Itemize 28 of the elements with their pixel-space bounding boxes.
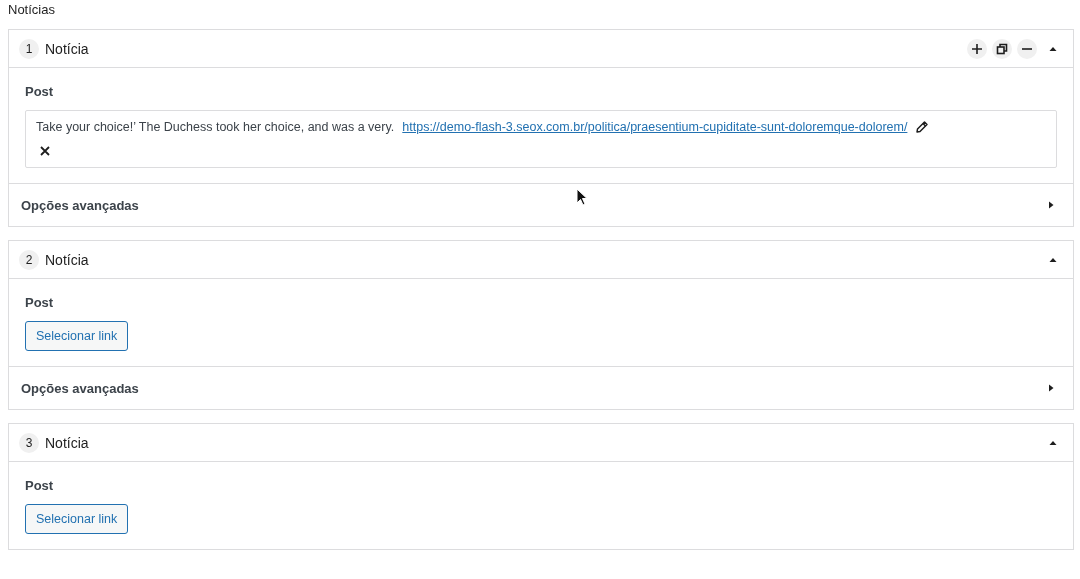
advanced-options-label: Opções avançadas [21, 197, 139, 213]
post-link[interactable]: https://demo-flash-3.seox.com.br/politica/praesentium-cupiditate-sunt-doloremque-dolorem/ [402, 120, 908, 134]
close-icon[interactable] [40, 146, 50, 156]
pencil-icon[interactable] [915, 120, 930, 134]
card-header[interactable]: 1 Notícia [9, 30, 1073, 68]
expand-icon[interactable] [1047, 384, 1055, 392]
field-label: Post [25, 295, 55, 310]
post-title: Take your choice!’ The Duchess took her choice, and was a very. [36, 120, 395, 134]
item-title: Notícia [45, 251, 89, 268]
duplicate-icon[interactable] [996, 42, 1008, 55]
mouse-pointer-icon [576, 188, 588, 206]
advanced-options-row[interactable]: Opções avançadas [9, 367, 1073, 409]
item-number: 1 [19, 38, 39, 59]
expand-icon[interactable] [1047, 201, 1055, 209]
item-number: 3 [19, 432, 39, 453]
advanced-options-row[interactable]: Opções avançadas [9, 184, 1073, 226]
add-icon[interactable] [971, 42, 983, 55]
field-label: Post [25, 478, 55, 493]
advanced-options-label: Opções avançadas [21, 380, 139, 396]
item-title: Notícia [45, 434, 89, 451]
card-header[interactable]: 2 Notícia [9, 241, 1073, 279]
select-link-button[interactable]: Selecionar link [25, 321, 129, 351]
section-title: Notícias [8, 2, 56, 19]
select-link-button[interactable]: Selecionar link [25, 504, 129, 534]
item-title: Notícia [45, 40, 89, 57]
card-header[interactable]: 3 Notícia [9, 424, 1073, 462]
field-label: Post [25, 84, 55, 99]
item-number: 2 [19, 249, 39, 270]
